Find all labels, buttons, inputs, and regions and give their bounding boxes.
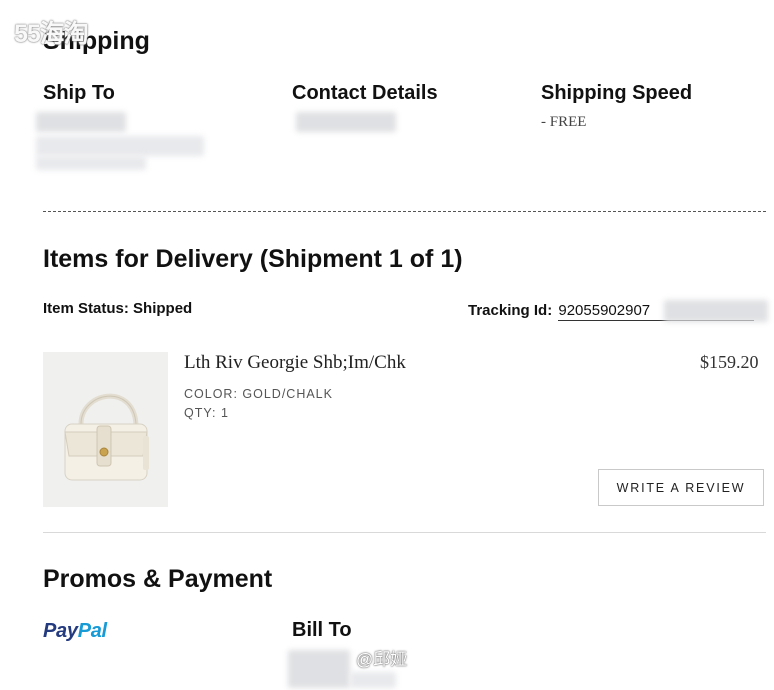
section-divider [43, 532, 766, 533]
redacted-tracking [664, 300, 768, 322]
ship-to-label: Ship To [43, 82, 115, 104]
paypal-logo: PayPal [43, 620, 107, 642]
item-status: Item Status: Shipped [43, 300, 192, 317]
redacted-address [36, 112, 126, 132]
contact-details-label: Contact Details [292, 82, 438, 104]
redacted-bill-to [288, 650, 350, 688]
write-review-button[interactable]: WRITE A REVIEW [598, 469, 764, 506]
bill-to-label: Bill To [292, 619, 352, 641]
tracking-label: Tracking Id: [468, 302, 553, 319]
payment-title: Promos & Payment [43, 565, 273, 593]
shipping-speed-value: - FREE [541, 114, 587, 130]
section-divider [43, 211, 766, 212]
site-watermark: 55海淘 [14, 20, 89, 48]
item-status-value: Shipped [133, 300, 193, 317]
shipping-speed-label: Shipping Speed [541, 82, 693, 104]
item-color: COLOR: GOLD/CHALK [184, 387, 333, 401]
redacted-contact [296, 112, 396, 132]
item-name[interactable]: Lth Riv Georgie Shb;Im/Chk [184, 352, 406, 374]
redacted-bill-to [350, 672, 396, 688]
product-image[interactable] [43, 352, 168, 507]
credit-watermark: @邱娅 [356, 650, 408, 669]
item-qty: QTY: 1 [184, 406, 229, 420]
tracking-number: 92055902907 [558, 302, 651, 319]
redacted-address [36, 136, 204, 156]
handbag-icon [43, 352, 168, 507]
item-status-label: Item Status: [43, 300, 129, 317]
item-price: $159.20 [700, 352, 759, 372]
redacted-address [36, 156, 146, 170]
delivery-title: Items for Delivery (Shipment 1 of 1) [43, 245, 463, 273]
